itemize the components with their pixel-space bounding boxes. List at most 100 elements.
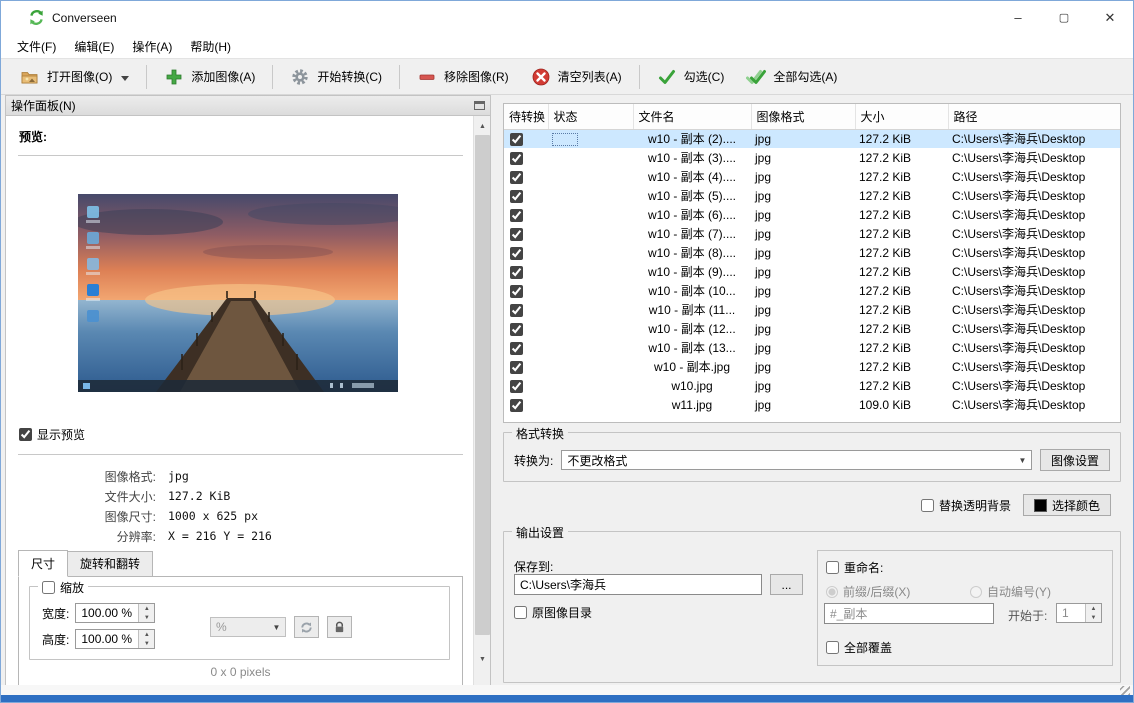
file-checkbox[interactable] — [510, 323, 523, 336]
auto-number-radio[interactable] — [970, 586, 982, 598]
color-swatch — [1034, 499, 1047, 512]
menu-item-help[interactable]: 帮助(H) — [181, 35, 240, 58]
actions-panel-header[interactable]: 操作面板(N) — [6, 96, 490, 116]
image-settings-button[interactable]: 图像设置 — [1040, 449, 1110, 471]
file-row[interactable]: w10 - 副本 (4).... jpg 127.2 KiB C:\Users\… — [504, 167, 1120, 186]
remove-images-button[interactable]: 移除图像(R) — [406, 62, 520, 92]
file-checkbox[interactable] — [510, 190, 523, 203]
width-spinbox[interactable]: 100.00 % ▲▼ — [75, 603, 155, 623]
replace-transparent-checkbox[interactable] — [921, 499, 934, 512]
width-spin-up-icon[interactable]: ▲ — [139, 604, 154, 613]
file-checkbox[interactable] — [510, 133, 523, 146]
file-row[interactable]: w10 - 副本.jpg jpg 127.2 KiB C:\Users\李海兵\… — [504, 357, 1120, 376]
header-status[interactable]: 状态 — [548, 104, 633, 129]
file-checkbox[interactable] — [510, 266, 523, 279]
prefix-suffix-radio[interactable] — [826, 586, 838, 598]
file-checkbox[interactable] — [510, 342, 523, 355]
tab-rotate-flip[interactable]: 旋转和翻转 — [67, 551, 153, 577]
file-row[interactable]: w10 - 副本 (6).... jpg 127.2 KiB C:\Users\… — [504, 205, 1120, 224]
file-checkbox[interactable] — [510, 380, 523, 393]
file-checkbox[interactable] — [510, 228, 523, 241]
rename-pattern-input[interactable] — [824, 603, 994, 624]
minimize-button[interactable]: – — [995, 1, 1041, 34]
float-panel-icon[interactable] — [474, 101, 485, 110]
file-size: 127.2 KiB — [855, 300, 948, 319]
file-row[interactable]: w10 - 副本 (13... jpg 127.2 KiB C:\Users\李… — [504, 338, 1120, 357]
check-button[interactable]: 勾选(C) — [646, 62, 736, 92]
file-path: C:\Users\李海兵\Desktop — [948, 243, 1120, 262]
file-checkbox[interactable] — [510, 361, 523, 374]
rename-checkbox[interactable] — [826, 561, 839, 574]
file-checkbox[interactable] — [510, 399, 523, 412]
file-name: w10 - 副本 (11... — [633, 300, 751, 319]
file-row[interactable]: w10 - 副本 (10... jpg 127.2 KiB C:\Users\李… — [504, 281, 1120, 300]
scroll-down-icon[interactable]: ▼ — [474, 651, 491, 668]
file-checkbox[interactable] — [510, 152, 523, 165]
height-spinbox[interactable]: 100.00 % ▲▼ — [75, 629, 155, 649]
panel-scrollbar[interactable]: ▲ ▼ — [473, 116, 490, 690]
check-all-button[interactable]: 全部勾选(A) — [735, 62, 848, 92]
output-format-combobox[interactable]: 不更改格式 ▼ — [561, 450, 1032, 470]
file-row[interactable]: w10 - 副本 (3).... jpg 127.2 KiB C:\Users\… — [504, 148, 1120, 167]
width-spin-down-icon[interactable]: ▼ — [139, 613, 154, 622]
clear-list-button[interactable]: 清空列表(A) — [520, 62, 633, 92]
add-images-button[interactable]: 添加图像(A) — [153, 62, 266, 92]
unit-combobox[interactable]: % ▼ — [210, 617, 286, 637]
file-checkbox[interactable] — [510, 171, 523, 184]
scale-checkbox[interactable] — [42, 581, 55, 594]
maximize-button[interactable]: ▢ — [1041, 1, 1087, 34]
file-checkbox[interactable] — [510, 285, 523, 298]
choose-color-button[interactable]: 选择颜色 — [1023, 494, 1111, 516]
header-size[interactable]: 大小 — [855, 104, 948, 129]
show-preview-checkbox[interactable] — [19, 428, 32, 441]
header-to-convert[interactable]: 待转换 — [504, 104, 548, 129]
browse-button[interactable]: ... — [770, 574, 803, 595]
file-format: jpg — [751, 243, 855, 262]
header-filename[interactable]: 文件名 — [633, 104, 751, 129]
file-row[interactable]: w11.jpg jpg 109.0 KiB C:\Users\李海兵\Deskt… — [504, 395, 1120, 414]
height-spin-up-icon[interactable]: ▲ — [139, 630, 154, 639]
file-row-check-cell — [504, 167, 548, 186]
start-at-down-icon[interactable]: ▼ — [1086, 613, 1101, 622]
file-row-status-cell — [548, 376, 633, 395]
scroll-up-icon[interactable]: ▲ — [474, 118, 491, 135]
file-row[interactable]: w10 - 副本 (7).... jpg 127.2 KiB C:\Users\… — [504, 224, 1120, 243]
rename-label: 重命名: — [844, 559, 883, 576]
file-row[interactable]: w10 - 副本 (8).... jpg 127.2 KiB C:\Users\… — [504, 243, 1120, 262]
scrollbar-thumb[interactable] — [475, 135, 490, 635]
resize-grip[interactable] — [1120, 686, 1130, 695]
height-spin-down-icon[interactable]: ▼ — [139, 639, 154, 648]
file-row[interactable]: w10 - 副本 (9).... jpg 127.2 KiB C:\Users\… — [504, 262, 1120, 281]
file-path: C:\Users\李海兵\Desktop — [948, 395, 1120, 414]
menu-item-file[interactable]: 文件(F) — [8, 35, 65, 58]
close-button[interactable]: ✕ — [1087, 1, 1133, 34]
file-row[interactable]: w10.jpg jpg 127.2 KiB C:\Users\李海兵\Deskt… — [504, 376, 1120, 395]
header-path[interactable]: 路径 — [948, 104, 1120, 129]
lock-aspect-ratio-button[interactable] — [327, 616, 352, 638]
menu-item-actions[interactable]: 操作(A) — [123, 35, 181, 58]
file-row[interactable]: w10 - 副本 (5).... jpg 127.2 KiB C:\Users\… — [504, 186, 1120, 205]
file-checkbox[interactable] — [510, 209, 523, 222]
start-at-up-icon[interactable]: ▲ — [1086, 604, 1101, 613]
overwrite-checkbox[interactable] — [826, 641, 839, 654]
file-checkbox[interactable] — [510, 247, 523, 260]
file-checkbox[interactable] — [510, 304, 523, 317]
open-dropdown-arrow-icon[interactable] — [121, 76, 129, 81]
open-images-button[interactable]: 打开图像(O) — [9, 62, 140, 92]
file-row-status-cell — [548, 262, 633, 281]
source-dir-checkbox[interactable] — [514, 606, 527, 619]
tab-dimensions[interactable]: 尺寸 — [18, 550, 68, 577]
unit-value: % — [211, 620, 268, 634]
file-path: C:\Users\李海兵\Desktop — [948, 357, 1120, 376]
save-to-input[interactable] — [514, 574, 762, 595]
header-image-format[interactable]: 图像格式 — [751, 104, 855, 129]
menu-item-edit[interactable]: 编辑(E) — [65, 35, 123, 58]
file-row-status-cell — [548, 224, 633, 243]
start-conversion-button[interactable]: 开始转换(C) — [279, 62, 393, 92]
image-format-value: jpg — [168, 469, 189, 483]
file-row[interactable]: w10 - 副本 (12... jpg 127.2 KiB C:\Users\李… — [504, 319, 1120, 338]
file-row[interactable]: w10 - 副本 (11... jpg 127.2 KiB C:\Users\李… — [504, 300, 1120, 319]
start-at-spinbox[interactable]: 1 ▲▼ — [1056, 603, 1102, 623]
file-row[interactable]: w10 - 副本 (2).... jpg 127.2 KiB C:\Users\… — [504, 129, 1120, 148]
reset-dimensions-button[interactable] — [294, 616, 319, 638]
